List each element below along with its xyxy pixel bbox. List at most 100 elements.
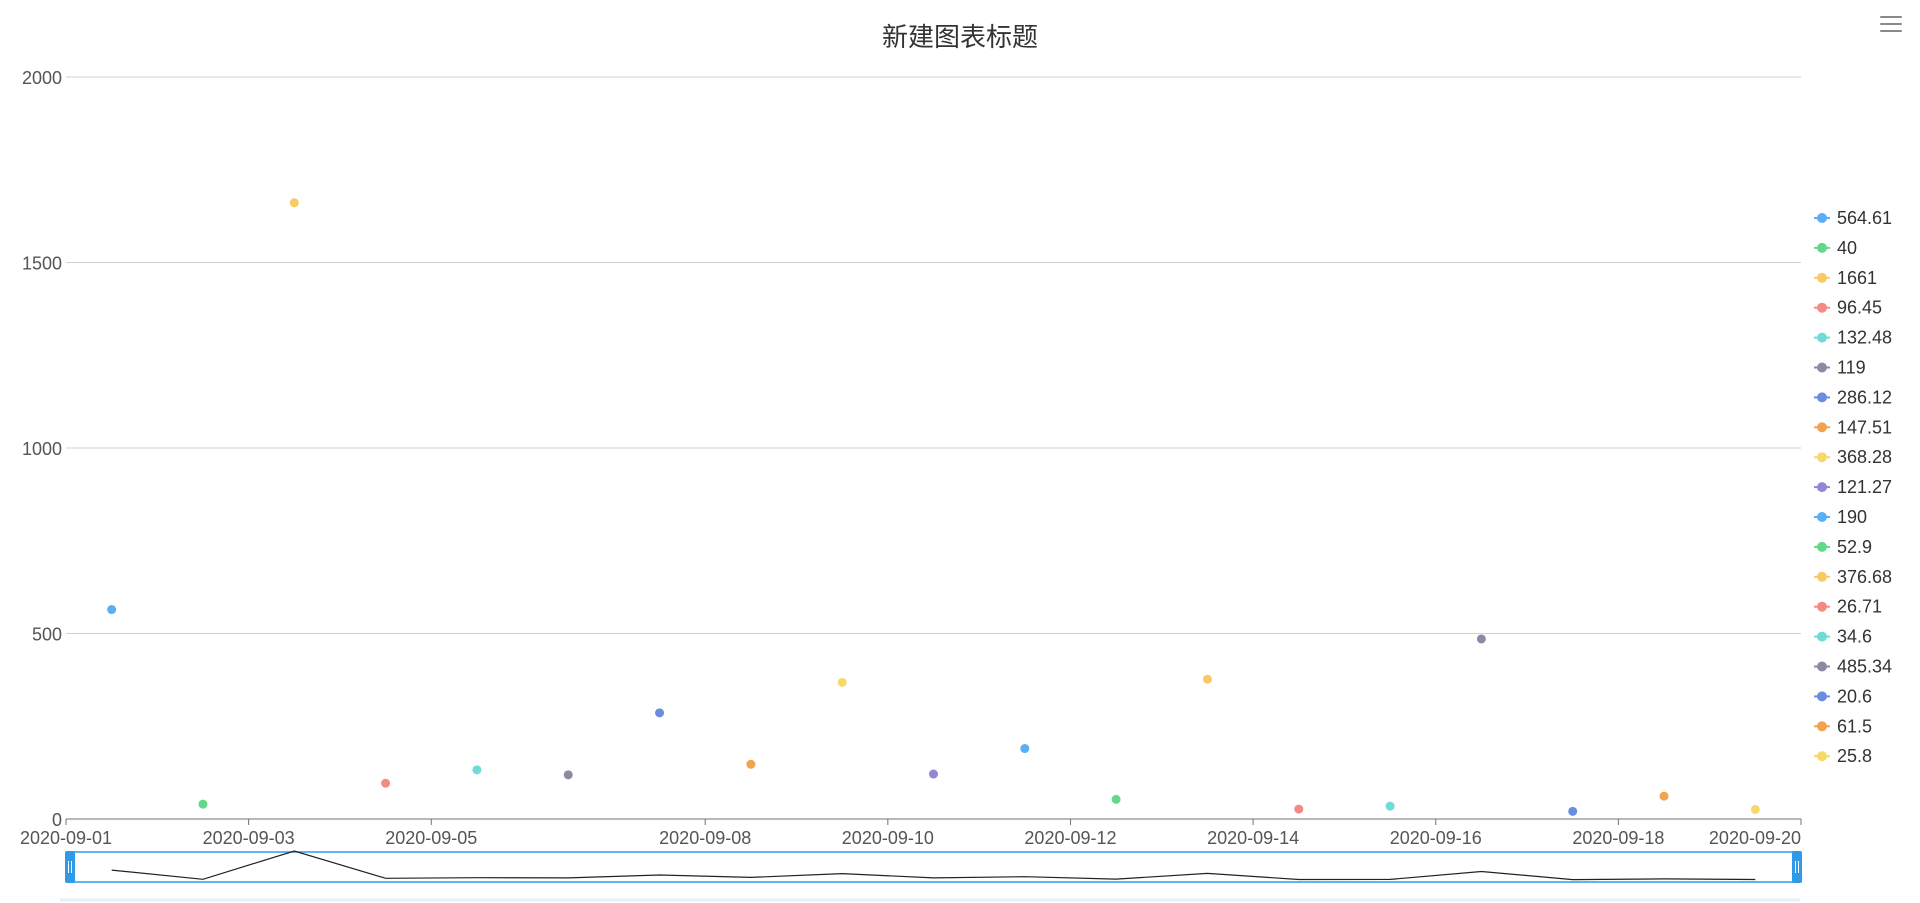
x-tick-label: 2020-09-12 [1024,828,1116,848]
y-tick-label: 500 [32,625,62,645]
data-point[interactable] [472,765,482,775]
legend-label: 61.5 [1837,716,1872,736]
legend-item[interactable]: 121.27 [1814,477,1892,497]
axes: 0 500 1000 1500 2000 2020-09-01 2020-09-03 2020… [20,68,1802,848]
legend-label: 40 [1837,238,1857,258]
y-tick-label: 0 [52,810,62,830]
legend-label: 190 [1837,507,1867,527]
legend-label: 26.71 [1837,597,1882,617]
legend-label: 34.6 [1837,627,1872,647]
legend-item[interactable]: 40 [1814,238,1857,258]
data-point[interactable] [1750,804,1760,814]
legend-label: 96.45 [1837,298,1882,318]
data-point[interactable] [837,677,847,687]
legend-item[interactable]: 190 [1814,507,1867,527]
data-point[interactable] [1294,804,1304,814]
legend-dot-icon [1817,452,1827,463]
legend-dot-icon [1817,422,1827,433]
legend-dot-icon [1817,242,1827,253]
legend-item[interactable]: 119 [1814,358,1866,378]
x-tick-label: 2020-09-14 [1207,828,1299,848]
legend-item[interactable]: 286.12 [1814,387,1892,407]
grid [66,76,1801,820]
y-tick-label: 2000 [22,68,62,88]
legend-dot-icon [1817,213,1827,223]
legend-label: 147.51 [1837,417,1892,437]
data-point[interactable] [746,759,756,769]
legend-item[interactable]: 61.5 [1814,716,1872,736]
data-point[interactable] [1202,674,1212,684]
data-point[interactable] [1385,801,1395,811]
legend-item[interactable]: 485.34 [1814,657,1892,677]
legend-dot-icon [1817,512,1827,522]
legend-item[interactable]: 25.8 [1814,746,1872,766]
legend-dot-icon [1817,721,1827,732]
chart-container: 新建图表标题 0 500 1000 1500 2000 2020-09-01 2020-09… [0,0,1920,903]
y-tick-label: 1000 [22,439,62,459]
x-tick-label: 2020-09-08 [659,828,751,848]
data-point[interactable] [289,198,299,208]
legend: 564.61 40 1661 96.45 132.48 119 286.12 147.51 36… [1814,208,1892,766]
legend-label: 52.9 [1837,537,1872,557]
data-point[interactable] [1659,791,1669,801]
legend-dot-icon [1817,691,1827,702]
legend-dot-icon [1817,392,1827,403]
x-tick-label: 2020-09-16 [1390,828,1482,848]
legend-dot-icon [1817,751,1827,762]
legend-dot-icon [1817,332,1827,343]
legend-dot-icon [1817,661,1827,672]
legend-item[interactable]: 96.45 [1814,298,1882,318]
legend-dot-icon [1817,362,1827,373]
data-point[interactable] [1020,744,1030,754]
legend-label: 25.8 [1837,746,1872,766]
data-point[interactable] [563,770,573,780]
data-point[interactable] [198,799,208,809]
data-point[interactable] [929,769,938,779]
legend-item[interactable]: 52.9 [1814,537,1872,557]
data-points [107,198,1760,816]
legend-item[interactable]: 564.61 [1814,208,1892,228]
legend-item[interactable]: 368.28 [1814,447,1892,467]
data-point[interactable] [655,708,665,718]
legend-label: 286.12 [1837,387,1892,407]
data-point[interactable] [1476,634,1486,644]
data-point[interactable] [1111,794,1121,804]
legend-dot-icon [1817,482,1827,493]
legend-item[interactable]: 34.6 [1814,627,1872,647]
menu-icon[interactable] [1880,16,1902,34]
x-tick-label: 2020-09-20 [1709,828,1801,848]
legend-item[interactable]: 132.48 [1814,328,1892,348]
legend-label: 20.6 [1837,686,1872,706]
zoom-handle[interactable] [1792,851,1802,883]
data-zoom-slider[interactable] [60,850,1802,902]
legend-item[interactable]: 147.51 [1814,417,1892,437]
x-tick-label: 2020-09-05 [385,828,477,848]
legend-dot-icon [1817,302,1827,313]
legend-dot-icon [1817,541,1827,552]
x-tick-label: 2020-09-01 [20,828,112,848]
legend-label: 121.27 [1837,477,1892,497]
chart-title: 新建图表标题 [882,22,1038,52]
data-point[interactable] [107,605,117,615]
data-point[interactable] [381,778,391,788]
legend-item[interactable]: 20.6 [1814,686,1872,706]
legend-label: 132.48 [1837,328,1892,348]
zoom-handle[interactable] [65,851,75,883]
legend-dot-icon [1817,272,1827,283]
legend-item[interactable]: 376.68 [1814,567,1892,587]
legend-item[interactable]: 1661 [1814,268,1877,288]
x-tick-label: 2020-09-03 [203,828,295,848]
legend-dot-icon [1817,631,1827,642]
legend-label: 485.34 [1837,657,1892,677]
legend-label: 119 [1837,358,1866,378]
x-tick-label: 2020-09-18 [1572,828,1664,848]
y-tick-label: 1500 [22,254,62,274]
legend-dot-icon [1817,571,1827,582]
x-tick-label: 2020-09-10 [842,828,934,848]
legend-item[interactable]: 26.71 [1814,597,1882,617]
legend-label: 368.28 [1837,447,1892,467]
legend-label: 564.61 [1837,208,1892,228]
legend-label: 376.68 [1837,567,1892,587]
scatter-chart: 新建图表标题 0 500 1000 1500 2000 2020-09-01 2020-09… [20,22,1892,902]
data-point[interactable] [1568,806,1578,816]
